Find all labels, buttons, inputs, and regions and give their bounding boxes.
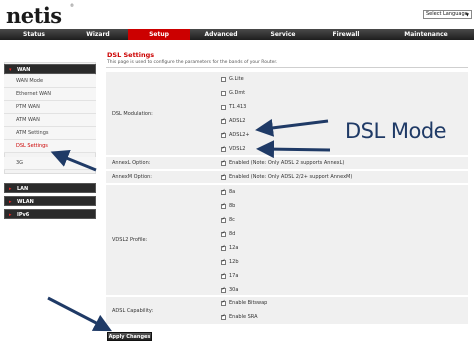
language-select-value: Select Language <box>426 11 468 17</box>
vdsl2-profile-label: VDSL2 Profile: <box>112 237 148 243</box>
checkbox-annexl[interactable] <box>221 159 226 166</box>
sidebar-item-atm-settings[interactable]: ATM Settings <box>4 127 96 140</box>
adsl-capability-label: ADSL Capability: <box>112 308 154 314</box>
sidebar-group-label: WLAN <box>17 199 34 205</box>
option-t1413[interactable]: T1.413 <box>221 103 246 111</box>
option-profile-8c[interactable]: 8c <box>221 216 235 224</box>
option-sra[interactable]: Enable SRA <box>221 313 258 321</box>
nav-setup[interactable]: Setup <box>128 29 190 40</box>
registered-mark: ® <box>70 3 74 8</box>
sidebar-item-3g[interactable]: 3G <box>4 157 96 170</box>
option-profile-17a[interactable]: 17a <box>221 272 238 280</box>
vdsl2-profile-row <box>106 185 468 296</box>
nav-service[interactable]: Service <box>252 29 314 40</box>
adsl-capability-row <box>106 297 468 325</box>
checkbox-t1413[interactable] <box>221 104 226 110</box>
option-adsl2plus[interactable]: ADSL2+ <box>221 131 250 139</box>
annexm-label: AnnexM Option: <box>112 174 152 180</box>
chevron-right-icon: ▸ <box>9 212 12 218</box>
option-profile-12a[interactable]: 12a <box>221 244 238 252</box>
option-profile-8a[interactable]: 8a <box>221 188 235 196</box>
option-adsl2[interactable]: ADSL2 <box>221 117 245 125</box>
checkbox-profile-30a[interactable] <box>221 286 226 293</box>
dsl-modulation-label: DSL Modulation: <box>112 111 153 117</box>
main-nav: Status Wizard Setup Advanced Service Fir… <box>0 29 474 40</box>
checkbox-profile-8b[interactable] <box>221 202 226 209</box>
sidebar-group-label: LAN <box>17 186 29 192</box>
checkbox-profile-12a[interactable] <box>221 244 226 251</box>
sidebar-group-ipv6[interactable]: ▸ IPv6 <box>4 209 96 219</box>
annexl-label: AnnexL Option: <box>112 160 151 166</box>
checkbox-annexm[interactable] <box>221 173 226 180</box>
option-gdmt[interactable]: G.Dmt <box>221 89 245 97</box>
option-bitswap[interactable]: Enable Bitswap <box>221 299 267 307</box>
nav-firewall[interactable]: Firewall <box>314 29 378 40</box>
sidebar-group-wan[interactable]: ▾ WAN <box>4 64 96 74</box>
checkbox-gdmt[interactable] <box>221 90 226 96</box>
nav-maintenance[interactable]: Maintenance <box>378 29 474 40</box>
sidebar-group-wlan[interactable]: ▸ WLAN <box>4 196 96 206</box>
nav-advanced[interactable]: Advanced <box>190 29 252 40</box>
divider <box>106 67 468 68</box>
checkbox-vdsl2[interactable] <box>221 145 226 152</box>
checkbox-profile-12b[interactable] <box>221 258 226 265</box>
checkbox-bitswap[interactable] <box>221 299 226 306</box>
page-title: DSL Settings <box>107 51 155 59</box>
dsl-modulation-row <box>106 72 468 156</box>
option-profile-8b[interactable]: 8b <box>221 202 235 210</box>
option-glite[interactable]: G.Lite <box>221 75 244 83</box>
sidebar-group-lan[interactable]: ▸ LAN <box>4 183 96 193</box>
netis-logo[interactable]: netis <box>6 3 62 28</box>
checkbox-profile-8d[interactable] <box>221 230 226 237</box>
checkbox-profile-8a[interactable] <box>221 188 226 195</box>
sidebar-group-label: IPv6 <box>17 212 30 218</box>
sidebar-item-ptm-wan[interactable]: PTM WAN <box>4 101 96 114</box>
option-annexl[interactable]: Enabled (Note: Only ADSL 2 supports Anne… <box>221 159 344 167</box>
header: netis ® Select Language ▼ <box>0 0 474 28</box>
nav-wizard[interactable]: Wizard <box>68 29 128 40</box>
chevron-right-icon: ▸ <box>9 199 12 205</box>
checkbox-profile-8c[interactable] <box>221 216 226 223</box>
checkbox-sra[interactable] <box>221 313 226 320</box>
sidebar-item-dsl-settings[interactable]: DSL Settings <box>4 140 96 153</box>
language-select[interactable]: Select Language ▼ <box>423 10 472 19</box>
checkbox-adsl2plus[interactable] <box>221 131 226 138</box>
sidebar-item-wan-mode[interactable]: WAN Mode <box>4 75 96 88</box>
option-vdsl2[interactable]: VDSL2 <box>221 145 245 153</box>
sidebar-group-label: WAN <box>17 67 31 73</box>
chevron-down-icon: ▾ <box>9 67 12 73</box>
dsl-mode-annotation: DSL Mode <box>345 119 447 143</box>
chevron-down-icon: ▼ <box>465 12 469 17</box>
checkbox-adsl2[interactable] <box>221 117 226 124</box>
page-description: This page is used to configure the param… <box>107 60 278 65</box>
arrow-to-apply-button <box>47 296 112 332</box>
option-profile-30a[interactable]: 30a <box>221 286 238 294</box>
checkbox-profile-17a[interactable] <box>221 272 226 279</box>
option-annexm[interactable]: Enabled (Note: Only ADSL 2/2+ support An… <box>221 173 352 181</box>
apply-changes-button[interactable]: Apply Changes <box>107 332 152 341</box>
option-profile-12b[interactable]: 12b <box>221 258 239 266</box>
sidebar-item-ethernet-wan[interactable]: Ethernet WAN <box>4 88 96 101</box>
checkbox-glite[interactable] <box>221 76 226 82</box>
chevron-right-icon: ▸ <box>9 186 12 192</box>
nav-status[interactable]: Status <box>0 29 68 40</box>
sidebar-item-atm-wan[interactable]: ATM WAN <box>4 114 96 127</box>
option-profile-8d[interactable]: 8d <box>221 230 235 238</box>
